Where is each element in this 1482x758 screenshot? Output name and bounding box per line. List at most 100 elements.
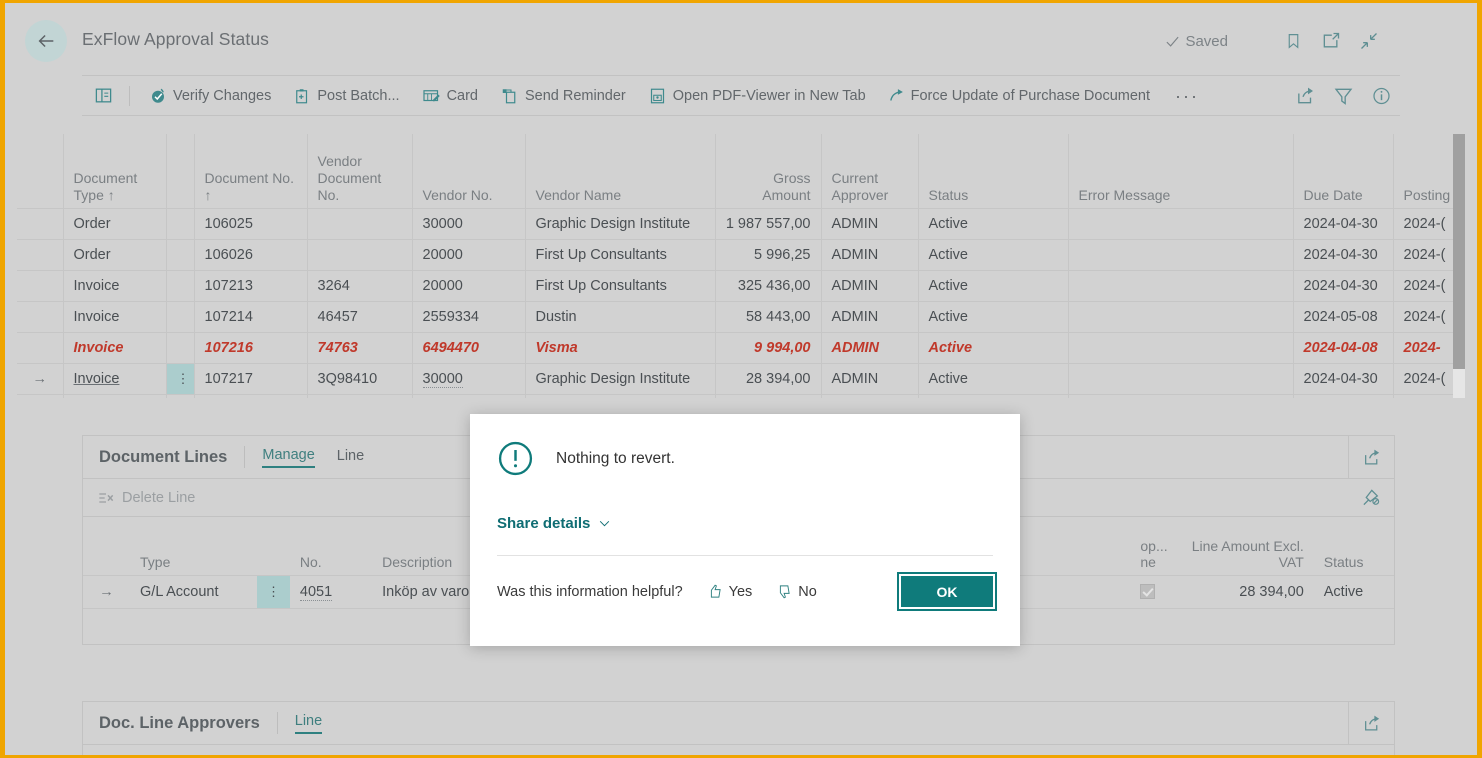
cell-vendor-document-no[interactable]: 3264 [307, 269, 413, 301]
cell-document-type[interactable]: Invoice [63, 362, 167, 394]
column-header-vendor-no[interactable]: Vendor No. [412, 134, 526, 208]
cell-current-approver[interactable]: ADMIN [821, 269, 919, 301]
cell-vendor-document-no[interactable] [307, 207, 413, 239]
column-header-status[interactable]: Status [918, 134, 1069, 208]
cell-document-no[interactable]: 107216 [194, 331, 308, 363]
cell-document-no[interactable]: 107217 [194, 362, 308, 394]
cell-vendor-no[interactable]: 6494470 [412, 331, 526, 363]
cell-error-message[interactable] [1068, 238, 1294, 270]
cell-gross-amount[interactable]: 9 994,00 [715, 331, 822, 363]
cell-error-message[interactable] [1068, 207, 1294, 239]
cell-vendor-document-no[interactable] [307, 238, 413, 270]
collapse-button[interactable] [1351, 25, 1387, 57]
open-in-new-window-button[interactable] [1313, 25, 1349, 57]
cell-error-message[interactable] [1068, 300, 1294, 332]
back-button[interactable] [25, 20, 67, 62]
column-header-vendor-document-no[interactable]: Vendor Document No. [307, 134, 413, 208]
toolbar-send-reminder-button[interactable]: Send Reminder [489, 76, 637, 115]
column-header-vendor-name[interactable]: Vendor Name [525, 134, 716, 208]
feedback-yes-button[interactable]: Yes [707, 584, 752, 600]
cell-due-date[interactable]: 2024-04-30 [1293, 269, 1394, 301]
cell-status[interactable]: Active [918, 331, 1069, 363]
cell-document-type[interactable]: Invoice [63, 269, 167, 301]
cell-document-no[interactable]: 107214 [194, 300, 308, 332]
lines-cell-line-amount[interactable]: 28 394,00 [1165, 574, 1314, 609]
cell-due-date[interactable]: 2024-04-30 [1293, 238, 1394, 270]
cell-document-no[interactable]: 106026 [194, 238, 308, 270]
toolbar-verify-changes-button[interactable]: Verify Changes [138, 76, 282, 115]
grid-scrollbar-thumb[interactable] [1453, 134, 1465, 369]
doc-line-approvers-share-button[interactable] [1348, 702, 1394, 744]
cell-vendor-document-no[interactable]: 46457 [307, 300, 413, 332]
feedback-no-button[interactable]: No [776, 584, 817, 600]
toolbar-share-button[interactable] [1286, 76, 1324, 115]
cell-vendor-name[interactable]: Visma [525, 331, 716, 363]
toolbar-open-pdf-viewer-button[interactable]: Open PDF-Viewer in New Tab [637, 76, 877, 115]
cell-document-no[interactable]: 107213 [194, 269, 308, 301]
toolbar-more-button[interactable]: ··· [1161, 76, 1213, 115]
cell-status[interactable]: Active [918, 300, 1069, 332]
cell-current-approver[interactable]: ADMIN [821, 238, 919, 270]
table-row[interactable]: Invoice 107214 46457 2559334 Dustin 58 4… [17, 300, 1465, 332]
ok-button[interactable]: OK [897, 572, 997, 611]
cell-current-approver[interactable]: ADMIN [821, 331, 919, 363]
column-header-current-approver[interactable]: Current Approver [821, 134, 919, 208]
cell-error-message[interactable] [1068, 269, 1294, 301]
table-row[interactable]: Order 106026 20000 First Up Consultants … [17, 238, 1465, 270]
cell-due-date[interactable]: 2024-04-30 [1293, 362, 1394, 394]
toolbar-info-button[interactable] [1362, 76, 1400, 115]
lines-cell-no[interactable]: 4051 [289, 574, 373, 609]
cell-vendor-name[interactable]: Graphic Design Institute [525, 207, 716, 239]
cell-vendor-no[interactable]: 30000 [412, 207, 526, 239]
cell-vendor-no[interactable]: 2559334 [412, 300, 526, 332]
cell-vendor-no[interactable]: 20000 [412, 269, 526, 301]
lines-cell-checkbox[interactable] [1130, 574, 1166, 609]
row-menu-button[interactable]: ⋮ [166, 362, 195, 394]
cell-current-approver[interactable]: ADMIN [821, 362, 919, 394]
cell-gross-amount[interactable]: 28 394,00 [715, 362, 822, 394]
cell-due-date[interactable]: 2024-04-08 [1293, 331, 1394, 363]
cell-status[interactable]: Active [918, 207, 1069, 239]
lines-column-header-no[interactable]: No. [290, 517, 372, 575]
cell-status[interactable]: Active [918, 362, 1069, 394]
toolbar-post-batch-button[interactable]: Post Batch... [282, 76, 410, 115]
table-row-alert[interactable]: Invoice 107216 74763 6494470 Visma 9 994… [17, 331, 1465, 363]
cell-document-type[interactable]: Invoice [63, 331, 167, 363]
delete-line-button[interactable]: Delete Line [97, 490, 195, 506]
toolbar-filter-button[interactable] [1324, 76, 1362, 115]
column-header-gross-amount[interactable]: Gross Amount [715, 134, 822, 208]
cell-error-message[interactable] [1068, 331, 1294, 363]
toolbar-force-update-button[interactable]: Force Update of Purchase Document [877, 76, 1161, 115]
cell-document-type[interactable]: Order [63, 207, 167, 239]
table-row[interactable]: Order 106025 30000 Graphic Design Instit… [17, 207, 1465, 239]
share-details-toggle[interactable]: Share details [497, 515, 993, 532]
cell-gross-amount[interactable]: 1 987 557,00 [715, 207, 822, 239]
cell-document-no[interactable]: 106025 [194, 207, 308, 239]
table-row[interactable]: Invoice 107213 3264 20000 First Up Consu… [17, 269, 1465, 301]
cell-error-message[interactable] [1068, 362, 1294, 394]
lines-cell-type[interactable]: G/L Account [130, 574, 257, 609]
grid-vertical-scrollbar[interactable] [1453, 134, 1465, 398]
tab-manage[interactable]: Manage [262, 447, 315, 468]
cell-status[interactable]: Active [918, 269, 1069, 301]
toolbar-page-layout-button[interactable] [82, 76, 121, 115]
cell-document-type[interactable]: Order [63, 238, 167, 270]
cell-vendor-name[interactable]: Dustin [525, 300, 716, 332]
column-header-error-message[interactable]: Error Message [1068, 134, 1294, 208]
lines-column-header-line-amount[interactable]: Line Amount Excl. VAT [1166, 517, 1314, 575]
cell-current-approver[interactable]: ADMIN [821, 300, 919, 332]
cell-document-type[interactable]: Invoice [63, 300, 167, 332]
document-lines-share-button[interactable] [1348, 436, 1394, 478]
cell-vendor-name[interactable]: Graphic Design Institute [525, 362, 716, 394]
cell-vendor-name[interactable]: First Up Consultants [525, 238, 716, 270]
cell-gross-amount[interactable]: 325 436,00 [715, 269, 822, 301]
cell-vendor-document-no[interactable]: 74763 [307, 331, 413, 363]
column-header-document-type[interactable]: Document Type ↑ [63, 134, 167, 208]
cell-status[interactable]: Active [918, 238, 1069, 270]
cell-current-approver[interactable]: ADMIN [821, 207, 919, 239]
lines-row-menu-button[interactable]: ⋮ [256, 574, 290, 609]
cell-vendor-name[interactable]: First Up Consultants [525, 269, 716, 301]
lines-column-header-extra[interactable]: op... ne [1130, 517, 1167, 575]
cell-gross-amount[interactable]: 58 443,00 [715, 300, 822, 332]
cell-vendor-no[interactable]: 30000 [412, 362, 526, 394]
